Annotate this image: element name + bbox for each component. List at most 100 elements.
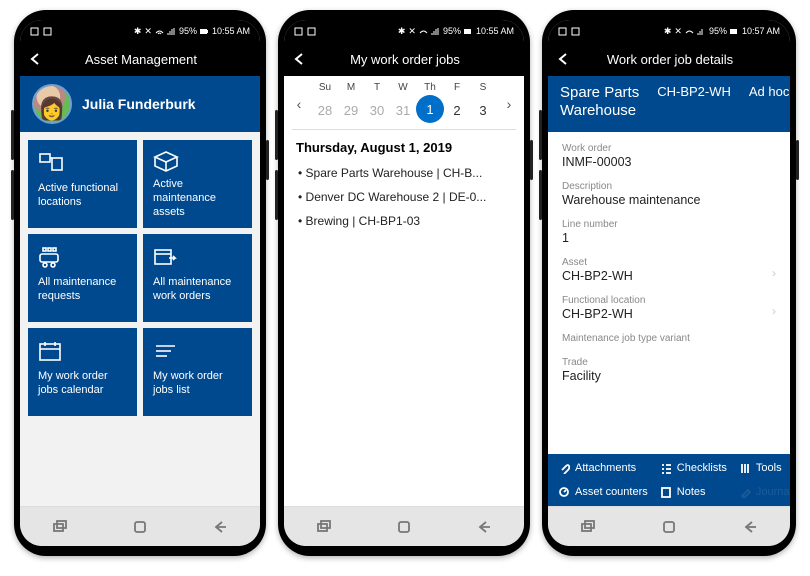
clock: 10:57 AM bbox=[742, 26, 780, 36]
cal-day[interactable]: 3 bbox=[470, 95, 496, 125]
back-android-icon[interactable] bbox=[212, 519, 228, 535]
field-value: 1 bbox=[562, 231, 776, 245]
field-trade: Trade Facility bbox=[562, 352, 776, 390]
calendar-week: ‹ Su M T W Th F S 28 29 30 31 1 2 3 bbox=[284, 76, 524, 125]
locations-icon bbox=[38, 152, 64, 174]
action-label: Asset counters bbox=[575, 486, 648, 498]
job-item[interactable]: Spare Parts Warehouse | CH-B... bbox=[284, 161, 524, 185]
cal-day[interactable]: 29 bbox=[338, 95, 364, 125]
title-bar: Work order job details bbox=[548, 42, 790, 76]
workorders-icon bbox=[153, 246, 179, 268]
job-item[interactable]: Denver DC Warehouse 2 | DE-0... bbox=[284, 185, 524, 209]
field-label: Asset bbox=[562, 257, 776, 268]
status-bar: ✱✕ 95% 10:55 AM bbox=[20, 20, 260, 42]
journal-icon bbox=[739, 486, 751, 498]
notif-icon bbox=[30, 27, 39, 36]
counter-icon bbox=[558, 486, 570, 498]
action-label: Journal bbox=[756, 486, 790, 498]
action-attachments[interactable]: Attachments bbox=[552, 460, 654, 476]
cal-day-selected[interactable]: 1 bbox=[416, 95, 444, 123]
avatar: 👩 bbox=[32, 84, 72, 124]
tab-ad-hoc[interactable]: Ad hoc bbox=[749, 84, 789, 99]
home-icon[interactable] bbox=[661, 519, 677, 535]
cal-prev[interactable]: ‹ bbox=[290, 96, 308, 112]
cal-day[interactable]: 28 bbox=[312, 95, 338, 125]
recents-icon[interactable] bbox=[52, 519, 68, 535]
field-functional-location[interactable]: Functional location CH-BP2-WH › bbox=[562, 290, 776, 328]
tab-spare-parts-warehouse[interactable]: Spare PartsWarehouse bbox=[560, 84, 639, 120]
cube-icon bbox=[153, 150, 179, 172]
field-job-type-variant: Maintenance job type variant bbox=[562, 328, 776, 352]
tile-grid: Active functional locations Active maint… bbox=[20, 132, 260, 506]
job-item[interactable]: Brewing | CH-BP1-03 bbox=[284, 209, 524, 233]
profile-banner[interactable]: 👩 Julia Funderburk bbox=[20, 76, 260, 132]
detail-tabs[interactable]: Spare PartsWarehouse CH-BP2-WH Ad hoc bbox=[548, 76, 790, 132]
tile-my-work-order-jobs-calendar[interactable]: My work order jobs calendar bbox=[28, 328, 137, 416]
field-line-number: Line number 1 bbox=[562, 214, 776, 252]
field-label: Work order bbox=[562, 143, 776, 154]
action-tools[interactable]: Tools bbox=[733, 460, 790, 476]
field-label: Maintenance job type variant bbox=[562, 333, 776, 344]
cal-next[interactable]: › bbox=[500, 96, 518, 112]
home-icon[interactable] bbox=[132, 519, 148, 535]
signal-icon bbox=[167, 27, 176, 36]
tile-active-functional-locations[interactable]: Active functional locations bbox=[28, 140, 137, 228]
tile-label: My work order jobs list bbox=[153, 370, 242, 398]
battery-pct: 95% bbox=[709, 26, 727, 36]
dow: F bbox=[444, 82, 470, 95]
battery-icon bbox=[464, 27, 473, 36]
notif-icon bbox=[294, 27, 303, 36]
battery-icon bbox=[200, 27, 209, 36]
tile-active-maintenance-assets[interactable]: Active maintenance assets bbox=[143, 140, 252, 228]
field-asset[interactable]: Asset CH-BP2-WH › bbox=[562, 252, 776, 290]
calendar-icon bbox=[38, 340, 64, 362]
dow: T bbox=[364, 82, 390, 95]
back-android-icon[interactable] bbox=[742, 519, 758, 535]
clock: 10:55 AM bbox=[212, 26, 250, 36]
tab-asset-code[interactable]: CH-BP2-WH bbox=[657, 84, 731, 99]
action-checklists[interactable]: Checklists bbox=[654, 460, 733, 476]
chevron-right-icon: › bbox=[772, 304, 776, 318]
field-value: CH-BP2-WH bbox=[562, 269, 776, 283]
field-value: Warehouse maintenance bbox=[562, 193, 776, 207]
cal-day[interactable]: 2 bbox=[444, 95, 470, 125]
tile-label: Active maintenance assets bbox=[153, 178, 242, 219]
field-value: INMF-00003 bbox=[562, 155, 776, 169]
tile-label: All maintenance requests bbox=[38, 276, 127, 304]
action-journal[interactable]: Journal bbox=[733, 484, 790, 500]
notif-icon bbox=[558, 27, 567, 36]
notif-icon bbox=[307, 27, 316, 36]
home-icon[interactable] bbox=[396, 519, 412, 535]
field-value: Facility bbox=[562, 369, 776, 383]
notif-icon bbox=[43, 27, 52, 36]
tile-all-maintenance-requests[interactable]: All maintenance requests bbox=[28, 234, 137, 322]
dow: Th bbox=[416, 82, 444, 95]
action-label: Tools bbox=[756, 462, 782, 474]
notes-icon bbox=[660, 486, 672, 498]
field-label: Description bbox=[562, 181, 776, 192]
cal-day[interactable]: 30 bbox=[364, 95, 390, 125]
dow: W bbox=[390, 82, 416, 95]
tile-label: All maintenance work orders bbox=[153, 276, 242, 304]
title-bar: My work order jobs bbox=[284, 42, 524, 76]
detail-fields: Work order INMF-00003 Description Wareho… bbox=[548, 132, 790, 454]
wifi-icon bbox=[685, 27, 694, 36]
calendar-date-heading: Thursday, August 1, 2019 bbox=[284, 130, 524, 161]
page-title: Asset Management bbox=[30, 52, 252, 67]
action-asset-counters[interactable]: Asset counters bbox=[552, 484, 654, 500]
checklist-icon bbox=[660, 462, 672, 474]
recents-icon[interactable] bbox=[580, 519, 596, 535]
chevron-right-icon: › bbox=[772, 266, 776, 280]
recents-icon[interactable] bbox=[316, 519, 332, 535]
tile-my-work-order-jobs-list[interactable]: My work order jobs list bbox=[143, 328, 252, 416]
cal-day[interactable]: 31 bbox=[390, 95, 416, 125]
tile-all-maintenance-work-orders[interactable]: All maintenance work orders bbox=[143, 234, 252, 322]
status-bar: ✱✕ 95% 10:57 AM bbox=[548, 20, 790, 42]
tile-label: My work order jobs calendar bbox=[38, 370, 127, 398]
battery-pct: 95% bbox=[443, 26, 461, 36]
paperclip-icon bbox=[558, 462, 570, 474]
action-notes[interactable]: Notes bbox=[654, 484, 733, 500]
phone-asset-management: ✱✕ 95% 10:55 AM Asset Management 👩 Julia… bbox=[14, 10, 266, 556]
notif-icon bbox=[571, 27, 580, 36]
back-android-icon[interactable] bbox=[476, 519, 492, 535]
